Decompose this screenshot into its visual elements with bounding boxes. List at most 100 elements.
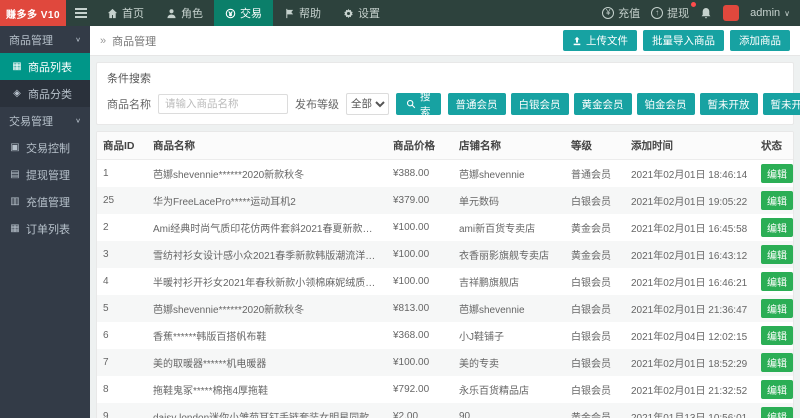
user-avatar[interactable] (723, 5, 739, 21)
member-level: 黄金会员 (565, 214, 625, 241)
notification-badge (691, 2, 696, 7)
breadcrumb-bar: » 商品管理 上传文件 批量导入商品 添加商品 (90, 26, 800, 56)
product-name: 雪纺衬衫女设计感小众2021春季新款韩版潮流洋气时尚白色上衣 (147, 241, 387, 268)
sidebar-item[interactable]: ▣交易控制 (0, 134, 90, 161)
nav-item-home[interactable]: 首页 (96, 0, 155, 26)
quick-filter-button[interactable]: 暂未开放 (700, 93, 758, 115)
nav-item-gear[interactable]: 设置 (332, 0, 391, 26)
bell-icon[interactable] (700, 7, 712, 19)
member-level: 白银会员 (565, 295, 625, 322)
sidebar-item[interactable]: ▦订单列表 (0, 215, 90, 242)
product-price: ¥379.00 (387, 187, 453, 214)
quick-filter-button[interactable]: 普通会员 (448, 93, 506, 115)
product-id: 8 (97, 376, 147, 403)
product-id: 3 (97, 241, 147, 268)
nav-item-help[interactable]: 帮助 (273, 0, 332, 26)
user-menu[interactable]: admin ∨ (750, 7, 790, 19)
edit-button[interactable]: 编辑 (761, 353, 793, 372)
edit-button[interactable]: 编辑 (761, 407, 793, 418)
batch-import-button[interactable]: 批量导入商品 (643, 30, 724, 51)
created-time: 2021年02月01日 18:46:14 (625, 160, 755, 188)
column-header: 添加时间 (625, 132, 755, 160)
upload-icon (572, 36, 582, 46)
row-actions: 编辑删除 (755, 295, 793, 322)
created-time: 2021年02月01日 21:36:47 (625, 295, 755, 322)
table-row: 8拖鞋鬼冢*****棉拖4厚拖鞋¥792.00永乐百货精品店白银会员2021年0… (97, 376, 793, 403)
edit-button[interactable]: 编辑 (761, 164, 793, 183)
hamburger-menu-icon[interactable] (66, 0, 96, 26)
sidebar-item[interactable]: 交易管理∨ (0, 107, 90, 134)
store-name: 美的专卖 (453, 349, 565, 376)
created-time: 2021年01月13日 10:56:01 (625, 403, 755, 418)
store-name: 芭娜shevennie (453, 295, 565, 322)
product-name: 芭娜shevennie******2020新款秋冬 (147, 160, 387, 188)
menu-item-icon: ▤ (9, 169, 21, 180)
member-level: 白银会员 (565, 187, 625, 214)
created-time: 2021年02月01日 21:32:52 (625, 376, 755, 403)
sidebar-item-label: 订单列表 (26, 221, 70, 237)
quick-filter-button[interactable]: 白银会员 (511, 93, 569, 115)
sidebar-item-label: 交易控制 (26, 140, 70, 156)
member-level: 普通会员 (565, 160, 625, 188)
store-name: 90 (453, 403, 565, 418)
upload-file-button[interactable]: 上传文件 (563, 30, 637, 51)
row-actions: 编辑删除 (755, 214, 793, 241)
edit-button[interactable]: 编辑 (761, 218, 793, 237)
edit-button[interactable]: 编辑 (761, 326, 793, 345)
row-actions: 编辑删除 (755, 349, 793, 376)
trade-icon (225, 8, 236, 19)
product-table: 商品ID商品名称商品价格店铺名称等级添加时间状态 1芭娜shevennie***… (97, 132, 793, 418)
nav-item-label: 设置 (358, 5, 380, 21)
search-button[interactable]: 搜 索 (396, 93, 441, 115)
sidebar-item[interactable]: ▥充值管理 (0, 188, 90, 215)
product-id: 9 (97, 403, 147, 418)
table-row: 25华为FreeLacePro*****运动耳机2¥379.00单元数码白银会员… (97, 187, 793, 214)
sidebar-item[interactable]: ▤提现管理 (0, 161, 90, 188)
product-id: 4 (97, 268, 147, 295)
product-name: 芭娜shevennie******2020新款秋冬 (147, 295, 387, 322)
nav-item-label: 交易 (240, 5, 262, 21)
member-level: 白银会员 (565, 268, 625, 295)
search-icon (406, 99, 416, 109)
add-product-button[interactable]: 添加商品 (730, 30, 790, 51)
sidebar-item[interactable]: ◈商品分类 (0, 80, 90, 107)
topbar-menu: 首页角色 交易帮助 设置 (96, 0, 391, 26)
table-row: 9daisy london迷你小雏菊耳钉手链套装女明星同款项链吊坠七夕礼物套装¥… (97, 403, 793, 418)
table-row: 7美的取暖器******机电暖器¥100.00美的专卖白银会员2021年02月0… (97, 349, 793, 376)
quick-filter-button[interactable]: 暂未开放 (763, 93, 800, 115)
sidebar-menu: 商品管理∨▦商品列表◈商品分类交易管理∨▣交易控制▤提现管理▥充值管理▦订单列表 (0, 26, 90, 242)
table-header-row: 商品ID商品名称商品价格店铺名称等级添加时间状态 (97, 132, 793, 160)
edit-button[interactable]: 编辑 (761, 191, 793, 210)
sidebar-item-label: 商品列表 (28, 59, 72, 75)
sidebar: 商品管理∨▦商品列表◈商品分类交易管理∨▣交易控制▤提现管理▥充值管理▦订单列表 (0, 26, 90, 418)
sidebar-item[interactable]: 商品管理∨ (0, 26, 90, 53)
withdraw-link[interactable]: ↑ 提现 (651, 5, 689, 21)
sidebar-item[interactable]: ▦商品列表 (0, 53, 90, 80)
column-header: 商品价格 (387, 132, 453, 160)
store-name: 芭娜shevennie (453, 160, 565, 188)
table-row: 1芭娜shevennie******2020新款秋冬¥388.00芭娜sheve… (97, 160, 793, 188)
member-level: 黄金会员 (565, 403, 625, 418)
edit-button[interactable]: 编辑 (761, 245, 793, 264)
store-name: 小J鞋铺子 (453, 322, 565, 349)
product-price: ¥2.00 (387, 403, 453, 418)
quick-filter-button[interactable]: 铂金会员 (637, 93, 695, 115)
product-name-input[interactable] (158, 94, 288, 114)
product-price: ¥792.00 (387, 376, 453, 403)
edit-button[interactable]: 编辑 (761, 272, 793, 291)
row-actions: 编辑删除 (755, 268, 793, 295)
table-row: 3雪纺衬衫女设计感小众2021春季新款韩版潮流洋气时尚白色上衣¥100.00衣香… (97, 241, 793, 268)
quick-filter-button[interactable]: 黄金会员 (574, 93, 632, 115)
edit-button[interactable]: 编辑 (761, 299, 793, 318)
product-id: 2 (97, 214, 147, 241)
user-icon (166, 8, 177, 19)
product-name: 拖鞋鬼冢*****棉拖4厚拖鞋 (147, 376, 387, 403)
nav-item-trade[interactable]: 交易 (214, 0, 273, 26)
main-area: » 商品管理 上传文件 批量导入商品 添加商品 条件搜索 (90, 26, 800, 418)
recharge-link[interactable]: ¥ 充值 (602, 5, 640, 21)
edit-button[interactable]: 编辑 (761, 380, 793, 399)
publish-level-select[interactable]: 全部 (346, 93, 389, 115)
menu-item-icon: ◈ (11, 88, 23, 99)
nav-item-user[interactable]: 角色 (155, 0, 214, 26)
product-price: ¥813.00 (387, 295, 453, 322)
